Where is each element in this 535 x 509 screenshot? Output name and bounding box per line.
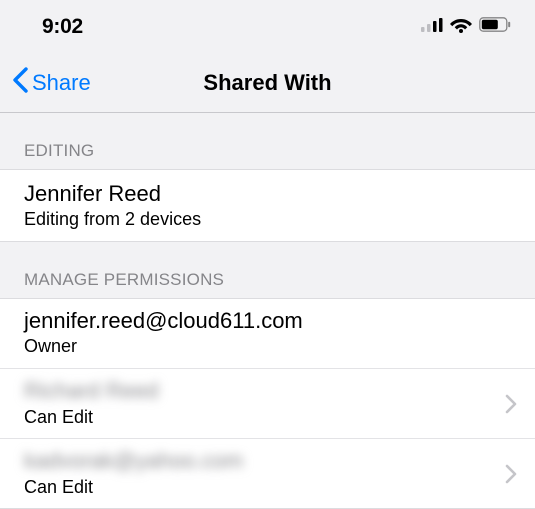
permission-person-role: Can Edit [24,406,511,429]
permission-person-name: Richard Reed [24,377,511,406]
status-bar: 9:02 [0,0,535,54]
status-time: 9:02 [42,15,83,39]
chevron-left-icon [12,67,30,99]
status-icons [421,17,511,38]
page-title: Shared With [203,70,331,96]
permission-row: jennifer.reed@cloud611.comOwner [0,299,535,369]
permission-row[interactable]: Richard ReedCan Edit [0,369,535,439]
chevron-right-icon [505,394,517,414]
permission-person-name: kadvorak@yahoo.com [24,447,511,476]
navigation-bar: Share Shared With [0,54,535,112]
wifi-icon [450,17,472,38]
permission-person-role: Can Edit [24,476,511,499]
editing-user-detail: Editing from 2 devices [24,208,511,231]
permission-row[interactable]: kadvorak@yahoo.comCan Edit [0,439,535,509]
permission-person-role: Owner [24,335,511,358]
back-label: Share [32,70,91,96]
permission-person-name: jennifer.reed@cloud611.com [24,307,511,336]
permissions-list: jennifer.reed@cloud611.comOwnerRichard R… [0,298,535,509]
cellular-icon [421,18,443,37]
editing-user-name: Jennifer Reed [24,180,511,208]
permissions-section-header: MANAGE PERMISSIONS [0,242,535,298]
chevron-right-icon [505,464,517,484]
editing-section-header: EDITING [0,113,535,169]
back-button[interactable]: Share [12,67,91,99]
battery-icon [479,17,511,37]
editing-row: Jennifer Reed Editing from 2 devices [0,169,535,242]
